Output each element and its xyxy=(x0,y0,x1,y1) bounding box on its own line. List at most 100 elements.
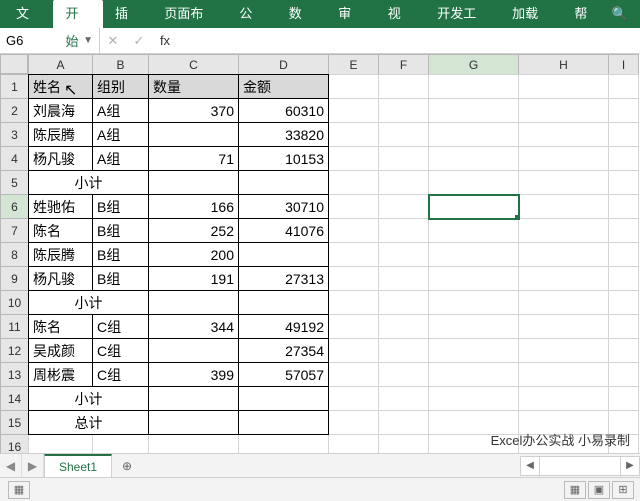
cell-F3[interactable] xyxy=(379,123,429,147)
row-header-2[interactable]: 2 xyxy=(1,99,29,123)
cell-D8[interactable] xyxy=(239,243,329,267)
cell-I11[interactable] xyxy=(609,315,639,339)
ribbon-tab-5[interactable]: 数据 xyxy=(277,0,326,28)
cell-F15[interactable] xyxy=(379,411,429,435)
cell-I7[interactable] xyxy=(609,219,639,243)
add-sheet-button[interactable]: ⊕ xyxy=(112,454,142,477)
cell-H2[interactable] xyxy=(519,99,609,123)
cell-E10[interactable] xyxy=(329,291,379,315)
cell-B9[interactable]: B组 xyxy=(93,267,149,291)
col-header-G[interactable]: G xyxy=(429,55,519,75)
cell-D16[interactable] xyxy=(239,435,329,454)
cell-E2[interactable] xyxy=(329,99,379,123)
sheet-nav-next[interactable]: ▶ xyxy=(22,454,44,477)
cell-B4[interactable]: A组 xyxy=(93,147,149,171)
cell-A1[interactable]: 姓名 xyxy=(29,75,93,99)
cell-I10[interactable] xyxy=(609,291,639,315)
cell-A16[interactable] xyxy=(29,435,93,454)
cell-D15[interactable] xyxy=(239,411,329,435)
cell-E14[interactable] xyxy=(329,387,379,411)
cell-H6[interactable] xyxy=(519,195,609,219)
cell-G7[interactable] xyxy=(429,219,519,243)
cell-G6[interactable] xyxy=(429,195,519,219)
row-header-6[interactable]: 6 xyxy=(1,195,29,219)
cell-G8[interactable] xyxy=(429,243,519,267)
col-header-A[interactable]: A xyxy=(29,55,93,75)
name-box[interactable]: G6 ▼ xyxy=(0,28,100,54)
cell-H9[interactable] xyxy=(519,267,609,291)
cell-H3[interactable] xyxy=(519,123,609,147)
cell-A15[interactable]: 总计 xyxy=(29,411,149,435)
cell-A13[interactable]: 周彬震 xyxy=(29,363,93,387)
cells[interactable]: 姓名组别数量金额刘晨海A组37060310陈辰腾A组33820杨凡骏A组7110… xyxy=(28,74,639,453)
select-all-corner[interactable] xyxy=(0,54,28,74)
col-header-D[interactable]: D xyxy=(239,55,329,75)
cancel-formula-button[interactable]: ✕ xyxy=(100,33,126,49)
confirm-formula-button[interactable]: ✓ xyxy=(126,33,152,49)
row-header-14[interactable]: 14 xyxy=(1,387,29,411)
cell-G3[interactable] xyxy=(429,123,519,147)
col-header-E[interactable]: E xyxy=(329,55,379,75)
ribbon-tab-2[interactable]: 插入 xyxy=(103,0,152,28)
cell-A2[interactable]: 刘晨海 xyxy=(29,99,93,123)
cell-F1[interactable] xyxy=(379,75,429,99)
row-header-10[interactable]: 10 xyxy=(1,291,29,315)
cell-C7[interactable]: 252 xyxy=(149,219,239,243)
cell-B13[interactable]: C组 xyxy=(93,363,149,387)
cell-C4[interactable]: 71 xyxy=(149,147,239,171)
ribbon-tab-7[interactable]: 视图 xyxy=(376,0,425,28)
cell-C3[interactable] xyxy=(149,123,239,147)
insert-function-button[interactable]: fx xyxy=(152,33,178,48)
cell-G10[interactable] xyxy=(429,291,519,315)
row-header-12[interactable]: 12 xyxy=(1,339,29,363)
view-normal-icon[interactable]: ▦ xyxy=(564,481,586,499)
cell-I2[interactable] xyxy=(609,99,639,123)
ribbon-tab-8[interactable]: 开发工具 xyxy=(425,0,500,28)
cell-E15[interactable] xyxy=(329,411,379,435)
cell-I8[interactable] xyxy=(609,243,639,267)
cell-H10[interactable] xyxy=(519,291,609,315)
cell-G2[interactable] xyxy=(429,99,519,123)
cell-I14[interactable] xyxy=(609,387,639,411)
cell-H14[interactable] xyxy=(519,387,609,411)
cell-C13[interactable]: 399 xyxy=(149,363,239,387)
cell-G13[interactable] xyxy=(429,363,519,387)
cell-E3[interactable] xyxy=(329,123,379,147)
view-normal-button[interactable]: ▦ xyxy=(8,481,30,499)
cell-D13[interactable]: 57057 xyxy=(239,363,329,387)
cell-G5[interactable] xyxy=(429,171,519,195)
cell-D10[interactable] xyxy=(239,291,329,315)
cell-C1[interactable]: 数量 xyxy=(149,75,239,99)
cell-C5[interactable] xyxy=(149,171,239,195)
cell-B7[interactable]: B组 xyxy=(93,219,149,243)
row-header-3[interactable]: 3 xyxy=(1,123,29,147)
cell-B8[interactable]: B组 xyxy=(93,243,149,267)
row-header-5[interactable]: 5 xyxy=(1,171,29,195)
cell-C15[interactable] xyxy=(149,411,239,435)
cell-D7[interactable]: 41076 xyxy=(239,219,329,243)
cell-E9[interactable] xyxy=(329,267,379,291)
cell-F10[interactable] xyxy=(379,291,429,315)
cell-E8[interactable] xyxy=(329,243,379,267)
cell-I1[interactable] xyxy=(609,75,639,99)
cell-C6[interactable]: 166 xyxy=(149,195,239,219)
cell-I4[interactable] xyxy=(609,147,639,171)
cell-A5[interactable]: 小计 xyxy=(29,171,149,195)
cell-E5[interactable] xyxy=(329,171,379,195)
cell-D5[interactable] xyxy=(239,171,329,195)
cell-A10[interactable]: 小计 xyxy=(29,291,149,315)
cell-E11[interactable] xyxy=(329,315,379,339)
row-header-4[interactable]: 4 xyxy=(1,147,29,171)
cell-D2[interactable]: 60310 xyxy=(239,99,329,123)
ribbon-tab-1[interactable]: 开始 xyxy=(53,0,102,28)
cell-D11[interactable]: 49192 xyxy=(239,315,329,339)
cell-I6[interactable] xyxy=(609,195,639,219)
cell-D12[interactable]: 27354 xyxy=(239,339,329,363)
cell-C10[interactable] xyxy=(149,291,239,315)
cell-E16[interactable] xyxy=(329,435,379,454)
cell-B16[interactable] xyxy=(93,435,149,454)
cell-C12[interactable] xyxy=(149,339,239,363)
cell-F13[interactable] xyxy=(379,363,429,387)
cell-D4[interactable]: 10153 xyxy=(239,147,329,171)
view-page-break-icon[interactable]: ⊞ xyxy=(612,481,634,499)
